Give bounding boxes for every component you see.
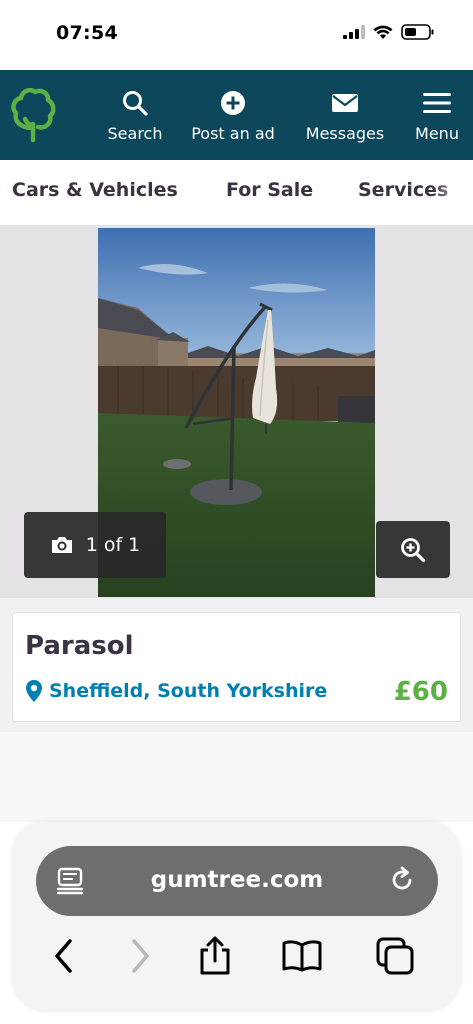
category-for-sale[interactable]: For Sale: [226, 179, 313, 201]
cellular-signal-icon: [343, 25, 365, 39]
page-background: [0, 732, 473, 822]
location-pin-icon: [26, 680, 42, 702]
forward-button[interactable]: [118, 934, 162, 978]
share-button[interactable]: [193, 934, 237, 978]
browser-toolbar: gumtree.com: [12, 822, 461, 1012]
site-header: Search Post an ad Messages Menu: [0, 70, 473, 160]
tabs-button[interactable]: [373, 934, 417, 978]
image-gallery: 1 of 1: [0, 226, 473, 598]
nav-menu-label: Menu: [415, 123, 459, 143]
listing-price: £60: [393, 677, 448, 707]
gumtree-tree-logo[interactable]: [10, 88, 56, 144]
address-bar[interactable]: gumtree.com: [36, 846, 438, 916]
listing-title: Parasol: [25, 631, 134, 661]
hamburger-icon: [423, 92, 451, 113]
search-icon: [123, 90, 148, 116]
photo-counter-text: 1 of 1: [85, 534, 141, 556]
share-icon: [200, 936, 230, 975]
nav-post-ad-button[interactable]: Post an ad: [186, 70, 280, 160]
nav-post-ad-label: Post an ad: [191, 123, 275, 143]
nav-search-button[interactable]: Search: [104, 70, 166, 160]
nav-menu-button[interactable]: Menu: [410, 70, 464, 160]
battery-icon: [401, 24, 434, 40]
camera-icon: [51, 537, 72, 553]
listing-summary-area: Parasol Sheffield, South Yorkshire £60: [0, 598, 473, 732]
envelope-icon: [332, 93, 358, 112]
listing-location-text: Sheffield, South Yorkshire: [49, 680, 328, 702]
category-scroll-fade: [433, 160, 473, 225]
bookmarks-icon: [282, 940, 322, 972]
listing-location-link[interactable]: Sheffield, South Yorkshire: [25, 679, 327, 703]
back-icon: [55, 939, 72, 973]
plus-circle-icon: [221, 90, 245, 115]
status-time: 07:54: [56, 22, 118, 44]
status-icons: [343, 24, 435, 40]
tabs-icon: [376, 937, 414, 975]
wifi-icon: [373, 25, 393, 39]
nav-messages-label: Messages: [305, 123, 385, 143]
zoom-in-icon: [401, 537, 426, 562]
bookmarks-button[interactable]: [280, 934, 324, 978]
reload-icon[interactable]: [388, 866, 416, 894]
url-text: gumtree.com: [150, 867, 324, 893]
nav-search-label: Search: [107, 123, 163, 143]
status-bar: 07:54: [0, 0, 473, 70]
nav-messages-button[interactable]: Messages: [300, 70, 390, 160]
zoom-button[interactable]: [376, 521, 450, 578]
category-cars-vehicles[interactable]: Cars & Vehicles: [12, 179, 178, 201]
photo-counter-button[interactable]: 1 of 1: [24, 512, 166, 578]
category-bar: Cars & Vehicles For Sale Services: [0, 160, 473, 226]
forward-icon: [132, 939, 149, 973]
listing-card: Parasol Sheffield, South Yorkshire £60: [12, 612, 461, 722]
back-button[interactable]: [42, 934, 86, 978]
